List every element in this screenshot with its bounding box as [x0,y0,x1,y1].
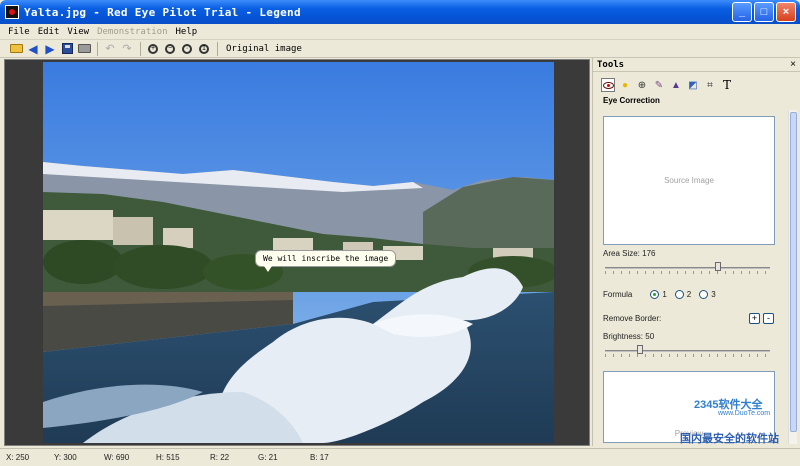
section-eye-correction: Eye Correction [603,96,660,105]
preview-box: Preview [603,371,775,443]
toolbar: ◀ ▶ ↶ ↷ + − · 1 Original image [0,40,800,58]
save-icon[interactable] [59,41,75,57]
toolbar-separator [97,41,98,56]
status-red: R: 22 [210,453,230,462]
menu-bar: File Edit View Demonstration Help [0,24,800,40]
original-image-button[interactable]: Original image [222,44,306,54]
formula-row: Formula 1 2 3 [603,290,724,299]
back-arrow-icon[interactable]: ◀ [25,41,41,57]
app-icon [5,5,19,19]
border-minus-button[interactable]: - [763,313,774,324]
tools-header: Tools × [593,58,800,72]
menu-view[interactable]: View [63,27,93,37]
red-eye-icon[interactable] [601,78,615,92]
effects-icon[interactable]: ▲ [669,78,683,92]
window-title: Yalta.jpg - Red Eye Pilot Trial - Legend [24,5,301,19]
brush-icon[interactable]: ✎ [652,78,666,92]
open-folder-icon[interactable] [8,41,24,57]
text-icon[interactable]: T [720,78,734,92]
menu-file[interactable]: File [4,27,34,37]
tool-icon-row: ● ⊕ ✎ ▲ ◩ ⌗ T [593,72,800,94]
maximize-button[interactable]: □ [754,2,774,22]
status-blue: B: 17 [310,453,329,462]
light-bulb-icon[interactable]: ● [618,78,632,92]
minimize-button[interactable]: _ [732,2,752,22]
source-image-box: Source Image [603,116,775,245]
status-y: Y: 300 [54,453,77,462]
zoom-actual-icon[interactable]: 1 [196,41,212,57]
redo-icon: ↷ [122,43,132,55]
status-x: X: 250 [6,453,30,462]
brightness-knob[interactable] [637,345,643,354]
image-workspace[interactable]: We will inscribe the image [4,59,590,446]
status-width: W: 690 [104,453,130,462]
area-size-knob[interactable] [715,262,721,271]
menu-help[interactable]: Help [172,27,202,37]
formula-option-3[interactable]: 3 [699,290,716,299]
window-controls: _ □ × [732,2,796,22]
brightness-label: Brightness: 50 [603,332,655,341]
close-button[interactable]: × [776,2,796,22]
border-plus-button[interactable]: + [749,313,760,324]
target-icon[interactable]: ⊕ [635,78,649,92]
undo-icon: ↶ [105,43,115,55]
forward-arrow-icon[interactable]: ▶ [42,41,58,57]
toolbar-separator [140,41,141,56]
formula-option-1[interactable]: 1 [650,290,667,299]
tools-title: Tools [597,59,625,70]
remove-border-label: Remove Border: [603,314,662,323]
brightness-slider[interactable] [605,345,770,357]
area-size-slider[interactable] [605,262,770,274]
print-icon[interactable] [76,41,92,57]
tools-panel: Tools × ● ⊕ ✎ ▲ ◩ ⌗ T Eye Correction Sou… [592,58,800,446]
title-bar: Yalta.jpg - Red Eye Pilot Trial - Legend… [0,0,800,24]
formula-option-2[interactable]: 2 [674,290,691,299]
formula-label: Formula [603,290,633,299]
scroll-thumb[interactable] [790,112,797,432]
zoom-in-icon[interactable]: + [145,41,161,57]
menu-edit[interactable]: Edit [34,27,64,37]
menu-demonstration: Demonstration [97,26,168,37]
tools-close-button[interactable]: × [790,59,796,70]
status-bar: X: 250 Y: 300 W: 690 H: 515 R: 22 G: 21 … [0,448,800,466]
toolbar-separator [217,41,218,56]
area-size-label: Area Size: 176 [603,249,656,258]
crop-icon[interactable]: ⌗ [703,78,717,92]
text-callout[interactable]: We will inscribe the image [255,250,397,272]
color-icon[interactable]: ◩ [686,78,700,92]
tools-scrollbar[interactable] [788,110,797,444]
photo-canvas[interactable]: We will inscribe the image [43,62,554,443]
status-green: G: 21 [258,453,278,462]
zoom-out-icon[interactable]: − [162,41,178,57]
status-height: H: 515 [156,453,180,462]
zoom-fit-icon[interactable]: · [179,41,195,57]
